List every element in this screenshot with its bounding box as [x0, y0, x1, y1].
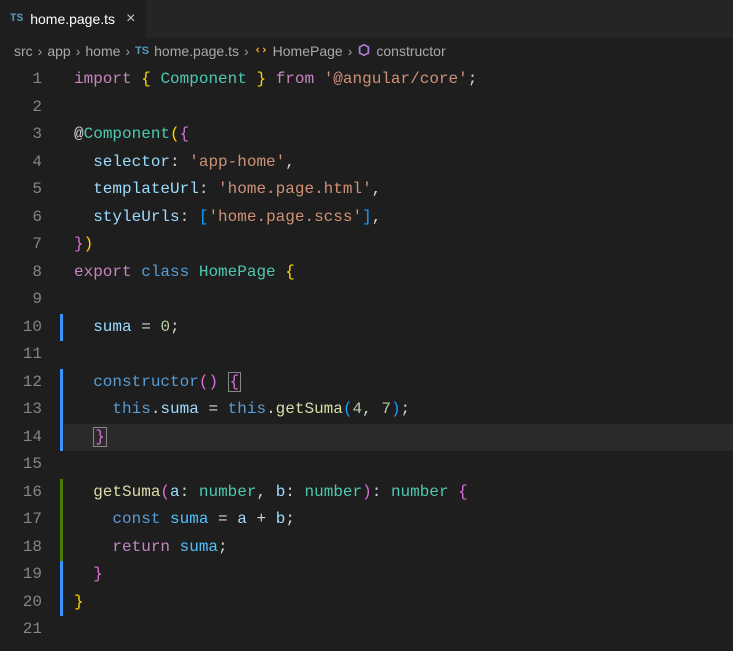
line-number: 15 [0, 451, 42, 479]
code-line[interactable]: @Component({ [64, 121, 733, 149]
line-number: 21 [0, 616, 42, 644]
line-number: 3 [0, 121, 42, 149]
close-icon[interactable]: × [126, 10, 136, 28]
code-content[interactable]: import { Component } from '@angular/core… [64, 64, 733, 651]
line-number: 18 [0, 534, 42, 562]
code-line[interactable]: return suma; [64, 534, 733, 562]
code-line[interactable]: import { Component } from '@angular/core… [64, 66, 733, 94]
code-line[interactable] [64, 286, 733, 314]
code-line[interactable]: }) [64, 231, 733, 259]
line-number: 10 [0, 314, 42, 342]
tab-bar: TS home.page.ts × [0, 0, 733, 38]
line-number: 9 [0, 286, 42, 314]
code-line[interactable]: export class HomePage { [64, 259, 733, 287]
line-number: 13 [0, 396, 42, 424]
line-number: 20 [0, 589, 42, 617]
code-line[interactable]: styleUrls: ['home.page.scss'], [64, 204, 733, 232]
line-number: 1 [0, 66, 42, 94]
line-number: 8 [0, 259, 42, 287]
breadcrumb[interactable]: src › app › home › TS home.page.ts › Hom… [0, 38, 733, 64]
line-number: 2 [0, 94, 42, 122]
line-number: 17 [0, 506, 42, 534]
breadcrumb-method[interactable]: constructor [376, 43, 445, 59]
line-number: 16 [0, 479, 42, 507]
code-line[interactable]: constructor() { [64, 369, 733, 397]
line-number: 6 [0, 204, 42, 232]
code-editor[interactable]: 1 2 3 4 5 6 7 8 9 10 11 12 13 14 15 16 1… [0, 64, 733, 651]
chevron-right-icon: › [348, 43, 353, 59]
code-line[interactable]: getSuma(a: number, b: number): number { [64, 479, 733, 507]
code-line[interactable] [64, 341, 733, 369]
code-line-current[interactable]: } [64, 424, 733, 452]
method-icon [357, 43, 371, 60]
typescript-icon: TS [10, 13, 23, 25]
line-number: 11 [0, 341, 42, 369]
breadcrumb-home[interactable]: home [85, 43, 120, 59]
line-number: 12 [0, 369, 42, 397]
tab-home-page-ts[interactable]: TS home.page.ts × [0, 0, 147, 38]
class-icon [254, 43, 268, 60]
line-number: 14 [0, 424, 42, 452]
line-number: 4 [0, 149, 42, 177]
line-number: 7 [0, 231, 42, 259]
typescript-icon: TS [135, 45, 149, 57]
code-line[interactable] [64, 451, 733, 479]
chevron-right-icon: › [125, 43, 130, 59]
chevron-right-icon: › [244, 43, 249, 59]
chevron-right-icon: › [38, 43, 43, 59]
code-line[interactable] [64, 616, 733, 644]
line-number: 5 [0, 176, 42, 204]
breadcrumb-file[interactable]: home.page.ts [154, 43, 239, 59]
code-line[interactable]: this.suma = this.getSuma(4, 7); [64, 396, 733, 424]
code-line[interactable]: const suma = a + b; [64, 506, 733, 534]
code-line[interactable]: } [64, 561, 733, 589]
code-line[interactable] [64, 94, 733, 122]
code-line[interactable]: suma = 0; [64, 314, 733, 342]
line-number-gutter: 1 2 3 4 5 6 7 8 9 10 11 12 13 14 15 16 1… [0, 64, 60, 651]
chevron-right-icon: › [76, 43, 81, 59]
breadcrumb-class[interactable]: HomePage [273, 43, 343, 59]
tab-filename: home.page.ts [30, 11, 115, 27]
code-line[interactable]: } [64, 589, 733, 617]
code-line[interactable]: selector: 'app-home', [64, 149, 733, 177]
line-number: 19 [0, 561, 42, 589]
breadcrumb-src[interactable]: src [14, 43, 33, 59]
breadcrumb-app[interactable]: app [47, 43, 70, 59]
code-line[interactable]: templateUrl: 'home.page.html', [64, 176, 733, 204]
